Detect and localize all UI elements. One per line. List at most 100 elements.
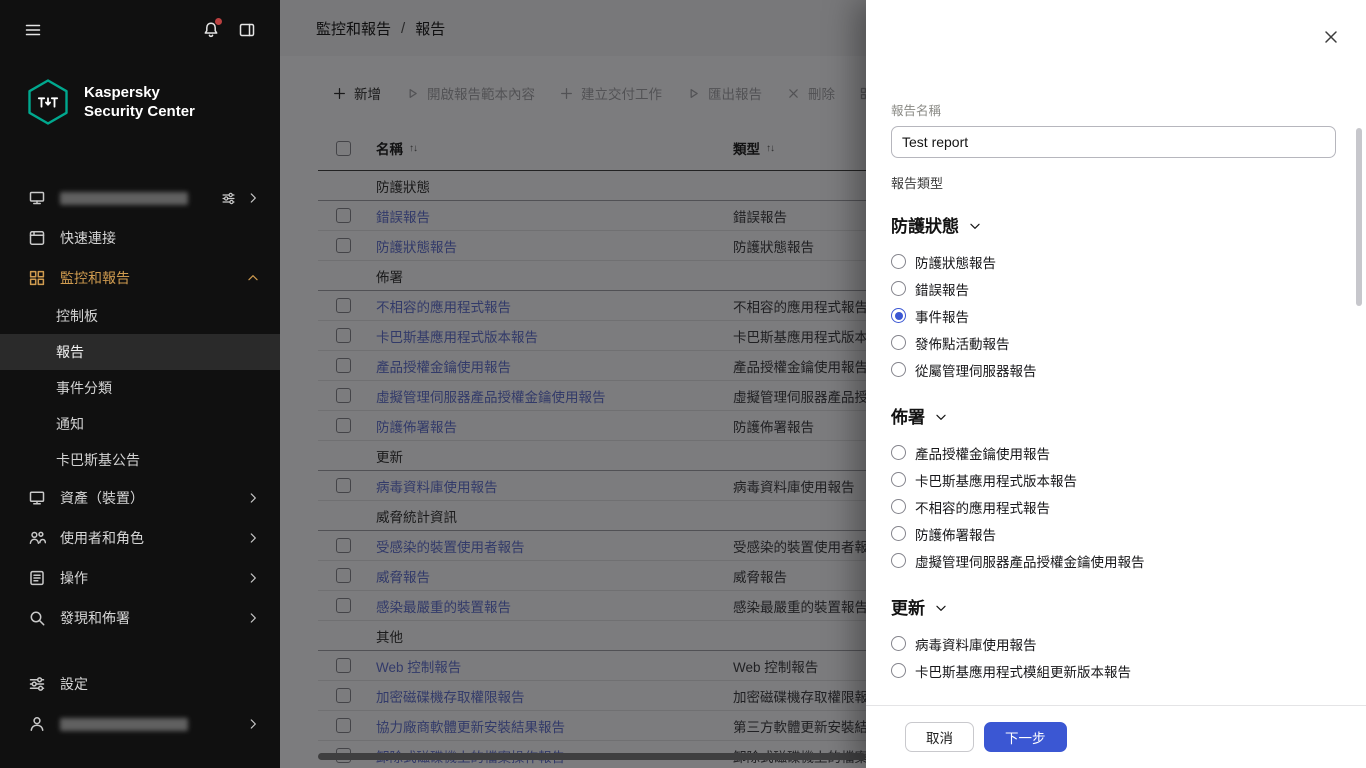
- section-options: 病毒資料庫使用報告卡巴斯基應用程式模組更新版本報告: [891, 630, 1336, 684]
- app-root: { "colors": { "brand_green": "#00a88e", …: [0, 0, 1366, 768]
- radio-unselected[interactable]: [891, 281, 906, 296]
- chevron-right-icon[interactable]: [246, 191, 260, 205]
- sidebar-item-label: 資產（裝置）: [60, 488, 144, 508]
- radio-unselected[interactable]: [891, 553, 906, 568]
- sidebar-top-bar: [0, 0, 280, 64]
- radio-label: 從屬管理伺服器報告: [915, 360, 1037, 380]
- radio-unselected[interactable]: [891, 636, 906, 651]
- chevron-down-icon: [968, 219, 982, 233]
- radio-unselected[interactable]: [891, 254, 906, 269]
- chevron-down-icon: [934, 410, 948, 424]
- radio-label: 防護狀態報告: [915, 252, 996, 272]
- discovery-icon: [28, 609, 46, 627]
- radio-option[interactable]: 虛擬管理伺服器產品授權金鑰使用報告: [891, 547, 1336, 574]
- radio-option[interactable]: 產品授權金鑰使用報告: [891, 439, 1336, 466]
- radio-option[interactable]: 防護狀態報告: [891, 248, 1336, 275]
- sidebar-item-monitoring-reporting[interactable]: 監控和報告: [0, 258, 280, 298]
- section-protection-status: 防護狀態防護狀態報告錯誤報告事件報告發佈點活動報告從屬管理伺服器報告: [891, 212, 1336, 383]
- chevron-right-icon[interactable]: [246, 491, 260, 505]
- section-toggle-protection-status[interactable]: 防護狀態: [891, 212, 1336, 237]
- radio-unselected[interactable]: [891, 362, 906, 377]
- chevron-right-icon[interactable]: [246, 571, 260, 585]
- sidebar-subitem-label: 控制板: [56, 306, 98, 326]
- radio-label: 防護佈署報告: [915, 524, 996, 544]
- sidebar-item-dashboard[interactable]: 控制板: [0, 298, 280, 334]
- sidebar-item-label: 快速連接: [60, 228, 116, 248]
- close-icon[interactable]: [1322, 28, 1340, 51]
- report-name-label: 報告名稱: [891, 100, 1336, 119]
- radio-unselected[interactable]: [891, 663, 906, 678]
- radio-option[interactable]: 錯誤報告: [891, 275, 1336, 302]
- users-icon: [28, 529, 46, 547]
- quick-links-icon: [28, 229, 46, 247]
- radio-label: 產品授權金鑰使用報告: [915, 443, 1050, 463]
- bell-icon[interactable]: [202, 21, 220, 44]
- sidebar-item-account[interactable]: [0, 704, 280, 744]
- sidebar-item-notifications[interactable]: 通知: [0, 406, 280, 442]
- sidebar-item-operations[interactable]: 操作: [0, 558, 280, 598]
- chevron-right-icon[interactable]: [246, 611, 260, 625]
- sidebar-item-label: 操作: [60, 568, 88, 588]
- radio-unselected[interactable]: [891, 499, 906, 514]
- sidebar-subitem-label: 事件分類: [56, 378, 112, 398]
- section-deployment: 佈署產品授權金鑰使用報告卡巴斯基應用程式版本報告不相容的應用程式報告防護佈署報告…: [891, 403, 1336, 574]
- chevron-right-icon[interactable]: [246, 717, 260, 731]
- radio-option[interactable]: 卡巴斯基應用程式版本報告: [891, 466, 1336, 493]
- sidebar-item-discovery-deployment[interactable]: 發現和佈署: [0, 598, 280, 638]
- sidebar-subitem-label: 卡巴斯基公告: [56, 450, 140, 470]
- sidebar-item-users-roles[interactable]: 使用者和角色: [0, 518, 280, 558]
- section-toggle-update[interactable]: 更新: [891, 594, 1336, 619]
- redacted-text: [60, 192, 188, 205]
- report-name-input[interactable]: [891, 126, 1336, 158]
- radio-option[interactable]: 病毒資料庫使用報告: [891, 630, 1336, 657]
- new-report-panel: 報告名稱 報告類型 防護狀態防護狀態報告錯誤報告事件報告發佈點活動報告從屬管理伺…: [866, 0, 1366, 768]
- brand-line1: Kaspersky: [84, 83, 195, 102]
- kaspersky-logo-icon: [24, 78, 72, 126]
- sidebar-item-assets-devices[interactable]: 資產（裝置）: [0, 478, 280, 518]
- section-update: 更新病毒資料庫使用報告卡巴斯基應用程式模組更新版本報告: [891, 594, 1336, 684]
- radio-selected[interactable]: [891, 308, 906, 323]
- radio-unselected[interactable]: [891, 335, 906, 350]
- sidebar: Kaspersky Security Center 快速連接監控和報告控制板報告…: [0, 0, 280, 768]
- radio-option[interactable]: 發佈點活動報告: [891, 329, 1336, 356]
- menu-icon[interactable]: [24, 21, 42, 44]
- radio-unselected[interactable]: [891, 472, 906, 487]
- section-title: 防護狀態: [891, 212, 959, 237]
- item-trailing: [221, 191, 260, 206]
- next-button[interactable]: 下一步: [984, 722, 1067, 752]
- sidebar-item-settings[interactable]: 設定: [0, 664, 280, 704]
- radio-option[interactable]: 卡巴斯基應用程式模組更新版本報告: [891, 657, 1336, 684]
- brand-line2: Security Center: [84, 102, 195, 121]
- sidebar-item-label: 使用者和角色: [60, 528, 144, 548]
- section-title: 更新: [891, 594, 925, 619]
- sidebar-item-reports[interactable]: 報告: [0, 334, 280, 370]
- cancel-button[interactable]: 取消: [905, 722, 974, 752]
- devices-icon: [28, 489, 46, 507]
- sidebar-item-label: 監控和報告: [60, 268, 130, 288]
- user-icon: [28, 715, 46, 733]
- radio-option[interactable]: 防護佈署報告: [891, 520, 1336, 547]
- radio-option[interactable]: 不相容的應用程式報告: [891, 493, 1336, 520]
- settings-icon: [28, 675, 46, 693]
- chevron-right-icon[interactable]: [246, 531, 260, 545]
- radio-option[interactable]: 事件報告: [891, 302, 1336, 329]
- radio-unselected[interactable]: [891, 445, 906, 460]
- modal-body: 報告名稱 報告類型 防護狀態防護狀態報告錯誤報告事件報告發佈點活動報告從屬管理伺…: [891, 100, 1336, 704]
- panel-toggle-icon[interactable]: [238, 21, 256, 44]
- item-trailing: [246, 271, 260, 285]
- radio-label: 卡巴斯基應用程式模組更新版本報告: [915, 661, 1131, 681]
- vertical-scrollbar[interactable]: [1356, 128, 1362, 306]
- sidebar-item-quick-links[interactable]: 快速連接: [0, 218, 280, 258]
- sidebar-item-kaspersky-announcements[interactable]: 卡巴斯基公告: [0, 442, 280, 478]
- radio-unselected[interactable]: [891, 526, 906, 541]
- item-trailing: [246, 717, 260, 731]
- sidebar-item-event-selections[interactable]: 事件分類: [0, 370, 280, 406]
- operations-icon: [28, 569, 46, 587]
- redacted-text: [60, 718, 188, 731]
- sidebar-subitem-label: 報告: [56, 342, 84, 362]
- sidebar-item-server[interactable]: [0, 178, 280, 218]
- item-trailing: [246, 531, 260, 545]
- section-toggle-deployment[interactable]: 佈署: [891, 403, 1336, 428]
- chevron-up-icon[interactable]: [246, 271, 260, 285]
- radio-option[interactable]: 從屬管理伺服器報告: [891, 356, 1336, 383]
